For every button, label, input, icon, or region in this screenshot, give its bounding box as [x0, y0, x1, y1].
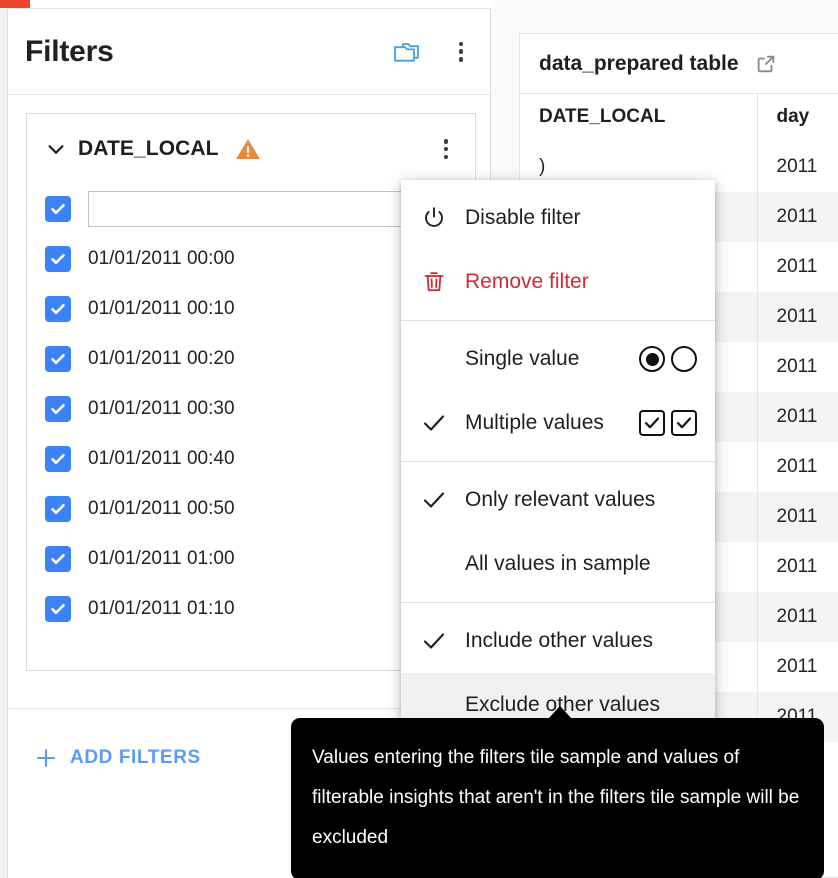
filter-context-menu: Disable filter Remove filter Single value M… — [401, 180, 715, 737]
filter-value-label: 01/01/2011 00:40 — [88, 448, 235, 469]
single-value-radios[interactable] — [639, 346, 697, 372]
multiple-values-checkboxes[interactable] — [639, 410, 697, 436]
context-menu-item-icon-slot — [421, 410, 465, 436]
folder-icon[interactable] — [392, 40, 420, 64]
filter-value-label: 01/01/2011 00:50 — [88, 498, 235, 519]
filter-value-checkbox[interactable] — [45, 396, 71, 422]
filter-value-label: 01/01/2011 00:10 — [88, 298, 235, 319]
radio-selected-icon[interactable] — [639, 346, 665, 372]
check-icon — [421, 628, 447, 654]
cell-day: 2011 — [757, 592, 838, 642]
filter-value-checkbox[interactable] — [45, 346, 71, 372]
context-menu-item[interactable]: Disable filter — [401, 186, 715, 250]
cell-day: 2011 — [757, 492, 838, 542]
context-menu-item-label: Multiple values — [465, 411, 604, 434]
cell-day: 2011 — [757, 142, 838, 192]
left-gutter — [0, 0, 8, 878]
column-header-date-local[interactable]: DATE_LOCAL — [520, 93, 758, 142]
radio-empty-icon[interactable] — [671, 346, 697, 372]
cell-day: 2011 — [757, 192, 838, 242]
cell-day: 2011 — [757, 242, 838, 292]
app-root: data_prepared table DATE_LOCAL day )201 — [0, 0, 838, 878]
context-menu-item-icon-slot — [421, 487, 465, 513]
filter-value-checkbox[interactable] — [45, 296, 71, 322]
trash-icon — [421, 269, 447, 295]
open-in-new-icon[interactable] — [755, 53, 777, 75]
table-tile-header: data_prepared table — [520, 34, 838, 93]
context-menu-item[interactable]: All values in sample — [401, 532, 715, 596]
filter-card-header: DATE_LOCAL — [27, 114, 475, 184]
filter-value-label: 01/01/2011 01:00 — [88, 548, 235, 569]
filter-value-label: 01/01/2011 01:10 — [88, 598, 235, 619]
add-filters-label: ADD FILTERS — [70, 747, 201, 768]
warning-triangle-icon[interactable] — [235, 137, 261, 161]
context-menu-separator — [401, 320, 715, 321]
plus-icon — [31, 743, 61, 773]
filter-value-label: 01/01/2011 00:20 — [88, 348, 235, 369]
tooltip-arrow — [548, 706, 572, 719]
filter-field-name: DATE_LOCAL — [78, 137, 219, 160]
context-menu-item[interactable]: Only relevant values — [401, 468, 715, 532]
active-tab-indicator — [0, 0, 30, 8]
check-icon — [421, 410, 447, 436]
filters-panel-more-icon[interactable] — [450, 39, 472, 65]
filter-value-checkbox[interactable] — [45, 446, 71, 472]
table-header-row: DATE_LOCAL day — [520, 93, 838, 142]
filter-value-checkbox[interactable] — [45, 546, 71, 572]
power-icon — [421, 205, 447, 231]
context-menu-item-icon-slot — [421, 205, 465, 231]
context-menu-item[interactable]: Include other values — [401, 609, 715, 673]
add-filters-button[interactable]: ADD FILTERS — [31, 743, 201, 773]
context-menu-item-label: Include other values — [465, 629, 653, 652]
cell-day: 2011 — [757, 292, 838, 342]
exclude-other-values-tooltip: Values entering the filters tile sample … — [291, 706, 824, 878]
context-menu-separator — [401, 602, 715, 603]
filters-panel-header: Filters — [9, 9, 490, 95]
context-menu-item[interactable]: Remove filter — [401, 250, 715, 314]
checkbox-checked-icon[interactable] — [639, 410, 665, 436]
filter-value-checkbox[interactable] — [45, 496, 71, 522]
filter-value-checkbox[interactable] — [45, 596, 71, 622]
context-menu-item-label: Remove filter — [465, 270, 589, 293]
context-menu-item[interactable]: Single value — [401, 327, 715, 391]
cell-day: 2011 — [757, 392, 838, 442]
context-menu-item-icon-slot — [421, 628, 465, 654]
filter-value-checkbox[interactable] — [45, 246, 71, 272]
context-menu-item-label: Single value — [465, 347, 580, 370]
cell-day: 2011 — [757, 542, 838, 592]
column-header-day[interactable]: day — [757, 93, 838, 142]
table-tile-title: data_prepared table — [539, 51, 739, 75]
filters-header-actions — [392, 39, 472, 65]
checkbox-checked-icon[interactable] — [671, 410, 697, 436]
cell-day: 2011 — [757, 442, 838, 492]
context-menu-item-icon-slot — [421, 269, 465, 295]
select-all-checkbox[interactable] — [45, 196, 71, 222]
context-menu-item-label: All values in sample — [465, 552, 651, 575]
tooltip-text: Values entering the filters tile sample … — [312, 747, 800, 848]
context-menu-separator — [401, 461, 715, 462]
context-menu-item-label: Only relevant values — [465, 488, 656, 511]
filter-card-more-icon[interactable] — [435, 136, 457, 162]
filter-value-label: 01/01/2011 00:30 — [88, 398, 235, 419]
check-icon — [421, 487, 447, 513]
context-menu-item-label: Disable filter — [465, 206, 581, 229]
page-title: Filters — [25, 34, 114, 68]
filter-value-label: 01/01/2011 00:00 — [88, 248, 235, 269]
cell-day: 2011 — [757, 342, 838, 392]
chevron-down-icon[interactable] — [45, 138, 67, 160]
context-menu-item[interactable]: Multiple values — [401, 391, 715, 455]
cell-day: 2011 — [757, 642, 838, 692]
